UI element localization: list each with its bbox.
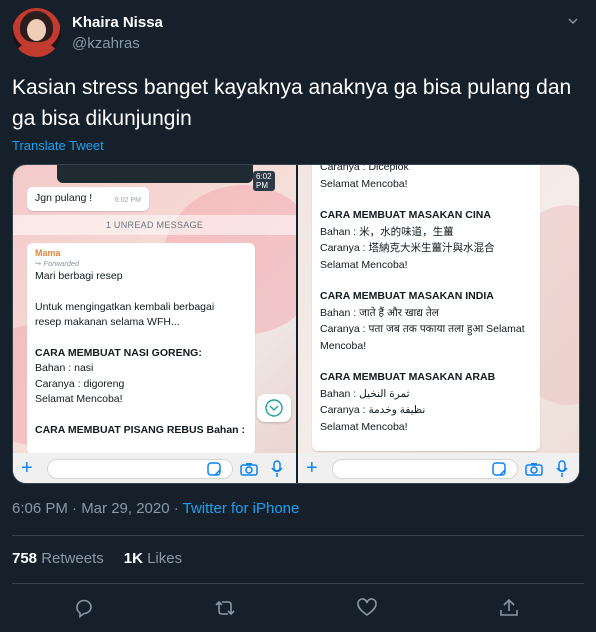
media-thumb-time: 6:02 PM [253,171,275,191]
user-name[interactable]: Khaira Nissa [72,14,163,31]
user-handle[interactable]: @kzahras [72,35,140,52]
sticker-icon[interactable] [492,462,506,476]
message-line: Selamat Mencoba! [35,393,123,405]
forwarded-label: ↪ Forwarded [35,259,80,268]
retweets-count: 758 [12,550,38,567]
chat-bubble-text: Jgn pulang ! [35,192,93,204]
message-line: Untuk mengingatkan kembali berbagai [35,300,215,313]
message-line: Caranya : पता जब तक पकाया तला हुआ Selama… [320,323,525,335]
message-sender: Mama [35,248,61,258]
message-body: Caranya : Diceplok Selamat Mencoba! CARA M… [320,165,532,435]
sticker-icon[interactable] [207,462,221,476]
mic-icon[interactable] [555,460,569,478]
message-line [35,285,247,300]
recipe-message: Caranya : Diceplok Selamat Mencoba! CARA M… [312,165,540,451]
message-line: Caranya : 塔納克大米生薑汁與水混合 [320,242,495,254]
divider [12,583,584,584]
tweet-actions [0,590,596,630]
message-line: Mari berbagi resep [35,270,123,282]
message-body: Mari berbagi resep Untuk mengingatkan kem… [35,269,247,438]
message-line [320,273,532,288]
message-input[interactable] [332,459,518,479]
message-line [320,192,532,207]
tweet-source[interactable]: Twitter for iPhone [183,500,300,517]
message-line: Bahan : ثمرة النخيل [320,387,410,400]
message-line: CARA MEMBUAT MASAKAN CINA [320,209,491,221]
plus-icon[interactable]: + [21,458,33,478]
forwarded-message: Mama ↪ Forwarded Mari berbagi resep Untuk… [27,243,255,455]
scroll-down-button[interactable] [257,394,291,422]
scroll-down-icon [265,399,283,417]
message-input[interactable] [47,459,233,479]
message-line: Selamat Mencoba! [320,420,408,433]
camera-icon[interactable] [240,462,258,476]
mic-icon[interactable] [270,460,284,478]
message-line: Bahan : nasi [35,362,94,374]
tweet-stats: 758 Retweets 1K Likes [12,550,182,567]
message-line: Bahan : जाते हैं और खाद्य तेल [320,306,439,319]
likes-count: 1K [123,550,143,567]
message-line: Caranya : digoreng [35,377,125,390]
media-image-left[interactable]: 6:02 PM Jgn pulang ! 6:02 PM 1 UNREAD ME… [13,165,296,483]
message-line [35,331,247,346]
unread-divider: 1 UNREAD MESSAGE [13,215,296,235]
message-line: Caranya : نظيفة وخدمة [320,404,426,416]
tweet-text: Kasian stress banget kayaknya anaknya ga… [12,76,572,130]
translate-tweet-link[interactable]: Translate Tweet [12,138,104,153]
camera-icon[interactable] [525,462,543,476]
reply-icon[interactable] [73,597,95,619]
divider [12,535,584,536]
chat-bubble-time: 6:02 PM [114,197,141,204]
share-icon[interactable] [498,597,520,619]
message-line: resep makanan selama WFH... [35,316,180,328]
message-line: CARA MEMBUAT PISANG REBUS Bahan : [35,423,246,436]
retweet-icon[interactable] [214,597,236,619]
message-line [35,408,247,423]
message-line: CARA MEMBUAT NASI GORENG: [35,346,202,359]
message-line: Caranya : Diceplok [320,165,409,173]
tweet-meta: 6:06 PM · Mar 29, 2020 · Twitter for iPh… [12,500,299,517]
chat-composer: + [298,453,579,483]
tweet-timestamp[interactable]: 6:06 PM · Mar 29, 2020 · [12,500,183,517]
message-line: CARA MEMBUAT MASAKAN INDIA [320,290,494,302]
message-line: Bahan : 米，水的味道，生薑 [320,225,454,238]
message-line: Selamat Mencoba! [320,258,408,271]
message-line: CARA MEMBUAT MASAKAN ARAB [320,371,496,383]
tweet-media[interactable]: 6:02 PM Jgn pulang ! 6:02 PM 1 UNREAD ME… [12,164,580,484]
chevron-down-icon[interactable] [568,16,578,26]
media-image-right[interactable]: Caranya : Diceplok Selamat Mencoba! CARA M… [298,165,579,483]
retweets-stat[interactable]: 758 Retweets [12,550,104,567]
like-icon[interactable] [356,597,378,619]
message-line [320,354,532,369]
tweet-header: Khaira Nissa @kzahras [12,8,584,58]
chat-bubble: Jgn pulang ! 6:02 PM [27,187,149,211]
avatar[interactable] [12,8,61,57]
chat-composer: + [13,453,296,483]
message-line: Selamat Mencoba! [320,177,408,190]
likes-stat[interactable]: 1K Likes [124,550,182,567]
retweets-label: Retweets [41,550,104,567]
media-thumb-bar: 6:02 PM [57,165,275,191]
likes-label: Likes [147,550,183,567]
plus-icon[interactable]: + [306,458,318,478]
message-line: Mencoba! [320,339,367,352]
